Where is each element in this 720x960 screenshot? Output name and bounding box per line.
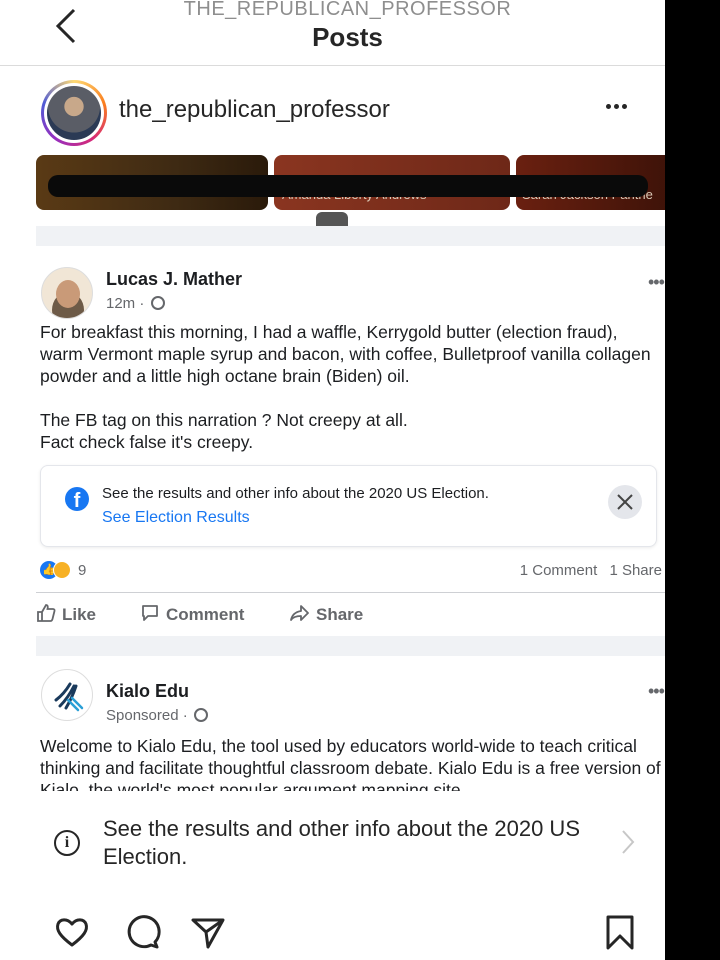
election-notice: See the results and other info about the… [103,816,580,869]
see-election-results-link[interactable]: See Election Results [102,509,250,527]
share-count[interactable]: 1 Share [609,562,662,579]
share-button[interactable]: Share [290,603,363,625]
share-icon [290,605,309,621]
post-timestamp: 12m · [106,295,145,312]
facebook-icon: f [65,487,89,511]
kialo-logo-icon[interactable] [41,669,93,721]
divider [36,636,665,656]
post-paragraph: For breakfast this morning, I had a waff… [40,322,651,386]
comment-icon [142,605,158,621]
ig-action-bar [0,912,665,960]
haha-reaction-icon [53,561,71,579]
globe-icon [150,296,165,310]
instagram-header: THE_REPUBLICAN_PROFESSOR Posts [0,0,665,66]
comment-icon[interactable] [122,912,162,957]
send-icon[interactable] [188,912,228,957]
post-actions: Like Comment Share [36,592,665,636]
stories-banner: Amanda Liberty Andrews Sarah Jackson Pan… [36,155,665,213]
chevron-right-icon[interactable] [620,828,636,861]
instagram-post-screen: THE_REPUBLICAN_PROFESSOR Posts the_repub… [0,0,665,960]
avatar[interactable] [41,80,107,146]
election-info-text: See the results and other info about the… [102,485,489,502]
share-label: Share [316,605,364,624]
sponsored-label: Sponsored · [106,707,188,724]
close-icon [617,494,633,510]
redaction-mark [48,175,648,197]
heart-icon[interactable] [52,912,92,957]
like-label: Like [62,605,97,624]
more-options-icon[interactable]: ••• [648,272,665,293]
info-icon: i [54,830,80,856]
more-options-icon[interactable] [606,96,646,120]
ig-election-banner[interactable]: i See the results and other info about t… [0,800,665,880]
globe-icon [193,708,208,722]
comment-button[interactable]: Comment [140,603,244,625]
divider [36,226,665,246]
reactions-bar: 👍 9 1 Comment 1 Share [40,561,662,583]
comment-label: Comment [166,605,245,624]
post-body: For breakfast this morning, I had a waff… [40,321,662,453]
post-username[interactable]: the_republican_professor [119,96,390,124]
thumbs-up-icon [37,604,56,622]
ig-post-header: the_republican_professor [0,72,665,150]
avatar[interactable] [41,267,93,319]
comment-count[interactable]: 1 Comment [520,562,598,579]
post-author[interactable]: Kialo Edu [106,681,189,702]
bookmark-icon[interactable] [600,912,640,957]
close-button[interactable] [608,485,642,519]
post-time: Sponsored · [106,707,208,724]
post-time: 12m · [106,295,165,312]
post-paragraph: The FB tag on this narration ? Not creep… [40,410,408,430]
engagement-counts: 1 Comment 1 Share [512,562,662,579]
header-username: THE_REPUBLICAN_PROFESSOR [183,0,512,20]
post-paragraph: Fact check false it's creepy. [40,432,254,452]
election-info-box: f See the results and other info about t… [40,465,657,547]
more-options-icon[interactable]: ••• [648,681,665,702]
sponsored-body: Welcome to Kialo Edu, the tool used by e… [40,736,661,791]
like-button[interactable]: Like [36,603,96,625]
post-author[interactable]: Lucas J. Mather [106,269,242,290]
reaction-count[interactable]: 9 [78,562,86,579]
page-title: Posts [312,22,383,52]
